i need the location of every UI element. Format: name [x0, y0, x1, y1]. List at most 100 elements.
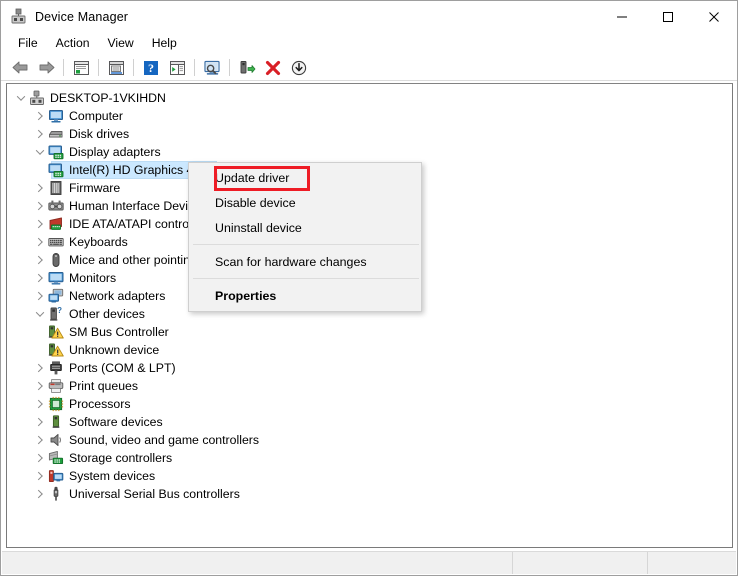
- maximize-button[interactable]: [645, 1, 691, 32]
- unknown-device-warning-icon: [48, 342, 64, 358]
- menu-help[interactable]: Help: [143, 34, 186, 53]
- chevron-right-icon[interactable]: [32, 179, 48, 197]
- context-menu-item-scan-for-hardware-changes[interactable]: Scan for hardware changes: [189, 249, 421, 274]
- chevron-right-icon[interactable]: [32, 377, 48, 395]
- tree-item-root[interactable]: DESKTOP-1VKIHDN: [7, 89, 732, 107]
- forward-icon[interactable]: [33, 57, 59, 79]
- chevron-right-icon[interactable]: [32, 269, 48, 287]
- ide-controller-icon: [48, 216, 64, 232]
- chevron-right-icon[interactable]: [32, 485, 48, 503]
- chevron-right-icon[interactable]: [32, 215, 48, 233]
- close-button[interactable]: [691, 1, 737, 32]
- tree-item-storage-controllers[interactable]: Storage controllers: [7, 449, 732, 467]
- context-menu-item-disable-device[interactable]: Disable device: [189, 190, 421, 215]
- toolbar-separator-2: [98, 59, 99, 76]
- tree-item-label: Storage controllers: [69, 450, 173, 465]
- chevron-right-icon[interactable]: [32, 233, 48, 251]
- window-title: Device Manager: [35, 9, 129, 24]
- window-controls: [599, 1, 737, 32]
- printer-icon: [48, 378, 64, 394]
- tree-item-label: Other devices: [69, 306, 145, 321]
- back-icon[interactable]: [7, 57, 33, 79]
- toolbar-separator-1: [63, 59, 64, 76]
- scan-for-hardware-changes-icon[interactable]: [199, 57, 225, 79]
- svg-text:?: ?: [57, 306, 62, 315]
- chevron-right-icon[interactable]: [32, 449, 48, 467]
- tree-item-label: Sound, video and game controllers: [69, 432, 260, 447]
- network-adapter-icon: [48, 288, 64, 304]
- device-tree-panel[interactable]: DESKTOP-1VKIHDN Computer Disk drives Dis…: [6, 83, 733, 548]
- tree-item-label: Computer: [69, 108, 123, 123]
- chevron-right-icon[interactable]: [32, 125, 48, 143]
- status-pane-secondary: [513, 552, 648, 574]
- context-menu-item-uninstall-device[interactable]: Uninstall device: [189, 215, 421, 240]
- update-driver-icon[interactable]: [234, 57, 260, 79]
- help-icon[interactable]: ?: [138, 57, 164, 79]
- tree-item-sm-bus-controller[interactable]: SM Bus Controller: [7, 323, 732, 341]
- chevron-right-icon[interactable]: [32, 359, 48, 377]
- chevron-right-icon[interactable]: [32, 197, 48, 215]
- chevron-down-icon[interactable]: [13, 89, 29, 107]
- tree-item-system-devices[interactable]: System devices: [7, 467, 732, 485]
- minimize-button[interactable]: [599, 1, 645, 32]
- monitor-icon: [48, 270, 64, 286]
- tree-item-label: SM Bus Controller: [69, 324, 169, 339]
- status-bar: [2, 551, 736, 574]
- context-menu-item-update-driver[interactable]: Update driver: [189, 165, 421, 190]
- chevron-right-icon[interactable]: [32, 107, 48, 125]
- tree-item-label: Unknown device: [69, 342, 160, 357]
- tree-item-usb-controllers[interactable]: Universal Serial Bus controllers: [7, 485, 732, 503]
- context-menu-separator-1: [193, 244, 419, 245]
- system-device-icon: [48, 468, 64, 484]
- chevron-right-icon[interactable]: [32, 395, 48, 413]
- toolbar-separator-3: [133, 59, 134, 76]
- tree-item-computer[interactable]: Computer: [7, 107, 732, 125]
- tree-item-software-devices[interactable]: Software devices: [7, 413, 732, 431]
- firmware-icon: [48, 180, 64, 196]
- port-icon: [48, 360, 64, 376]
- disk-drive-icon: [48, 126, 64, 142]
- toolbar-separator-4: [194, 59, 195, 76]
- computer-root-icon: [29, 90, 45, 106]
- menu-action[interactable]: Action: [47, 34, 99, 53]
- unknown-device-warning-icon: [48, 324, 64, 340]
- chevron-right-icon[interactable]: [32, 413, 48, 431]
- title-bar: Device Manager: [1, 1, 737, 32]
- toolbar-separator-5: [229, 59, 230, 76]
- tree-item-ports[interactable]: Ports (COM & LPT): [7, 359, 732, 377]
- chevron-right-icon[interactable]: [32, 431, 48, 449]
- display-adapter-icon: [48, 144, 64, 160]
- tree-item-sound-video-game[interactable]: Sound, video and game controllers: [7, 431, 732, 449]
- keyboard-icon: [48, 234, 64, 250]
- svg-text:?: ?: [148, 61, 154, 75]
- display-adapter-icon: [48, 162, 64, 178]
- menu-file[interactable]: File: [9, 34, 47, 53]
- tree-item-label: Software devices: [69, 414, 163, 429]
- chevron-right-icon[interactable]: [32, 287, 48, 305]
- chevron-right-icon[interactable]: [32, 467, 48, 485]
- tree-item-processors[interactable]: Processors: [7, 395, 732, 413]
- tree-item-display-adapters[interactable]: Display adapters: [7, 143, 732, 161]
- show-hide-console-tree-icon[interactable]: [68, 57, 94, 79]
- chevron-down-icon[interactable]: [32, 305, 48, 323]
- other-devices-icon: ?: [48, 306, 64, 322]
- context-menu-item-properties[interactable]: Properties: [189, 283, 421, 308]
- menu-view[interactable]: View: [99, 34, 143, 53]
- tree-item-print-queues[interactable]: Print queues: [7, 377, 732, 395]
- chevron-down-icon[interactable]: [32, 143, 48, 161]
- chevron-right-icon[interactable]: [32, 251, 48, 269]
- uninstall-device-icon[interactable]: [260, 57, 286, 79]
- tree-item-label: Monitors: [69, 270, 117, 285]
- tree-item-label: Network adapters: [69, 288, 166, 303]
- tree-item-disk-drives[interactable]: Disk drives: [7, 125, 732, 143]
- tree-item-label: Processors: [69, 396, 131, 411]
- disable-device-icon[interactable]: [286, 57, 312, 79]
- sound-icon: [48, 432, 64, 448]
- properties-icon[interactable]: [103, 57, 129, 79]
- tree-item-unknown-device[interactable]: Unknown device: [7, 341, 732, 359]
- device-manager-icon: [10, 8, 27, 25]
- tree-item-label: Firmware: [69, 180, 121, 195]
- mouse-icon: [48, 252, 64, 268]
- menu-bar: File Action View Help: [1, 32, 737, 55]
- show-hide-action-pane-icon[interactable]: [164, 57, 190, 79]
